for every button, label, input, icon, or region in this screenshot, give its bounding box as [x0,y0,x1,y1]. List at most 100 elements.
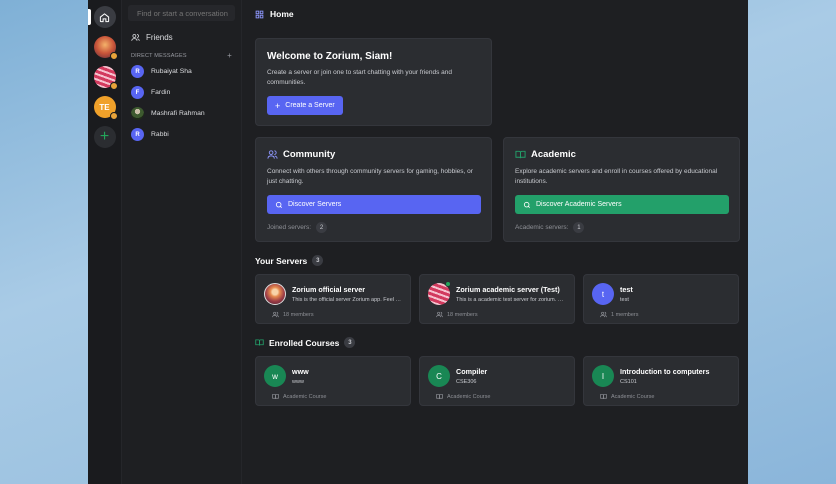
dm-item[interactable]: R Rubaiyat Sha [131,65,235,78]
count-badge: 3 [344,337,356,348]
academic-heading: Academic [515,149,728,160]
dm-name: Fardin [151,89,171,96]
app-window: TE + Friends DIRECT MESSAGES + R Rubaiya… [88,0,748,484]
book-icon [515,150,526,159]
enrolled-courses-heading: Enrolled Courses 3 [255,337,740,348]
server-name: test [620,285,633,294]
academic-card: Academic Explore academic servers and en… [503,137,740,242]
plus-icon: + [275,100,281,111]
book-icon [436,394,443,399]
notification-badge [109,52,118,60]
grid-icon [255,10,264,18]
home-icon [99,12,110,22]
course-type-label: Academic Course [283,393,327,400]
server-icon-test[interactable]: TE [93,96,118,120]
server-avatar [428,281,451,305]
book-icon [255,339,264,346]
home-button[interactable] [88,6,116,28]
course-type: Academic Course [600,393,730,400]
server-icon-official[interactable] [93,36,118,60]
category-row: Community Connect with others through co… [255,137,740,242]
server-card[interactable]: t test test 1 members [583,274,739,324]
search-icon [275,201,282,208]
server-rail: TE + [88,0,122,484]
create-server-label: Create a Server [285,102,335,109]
server-card[interactable]: Zorium academic server (Test) This is a … [419,274,575,324]
server-desc: This is the official server Zorium app. … [292,297,402,303]
academic-title: Academic [531,149,576,160]
server-icon-academic[interactable] [93,66,118,90]
users-icon [436,311,443,318]
main-content: Home Welcome to Zorium, Siam! Create a s… [242,0,748,484]
dm-name: Mashrafi Rahman [151,110,205,117]
count-badge: 1 [573,222,585,233]
users-icon [267,150,278,159]
count-badge: 3 [312,255,324,266]
course-card[interactable]: w www www Academic Course [255,356,411,406]
friends-link[interactable]: Friends [128,33,235,42]
joined-servers: Joined servers: 2 [267,222,480,233]
course-type: Academic Course [272,393,402,400]
members-count: 18 members [447,311,478,318]
dm-name: Rabbi [151,131,169,138]
server-card[interactable]: Zorium official server This is the offic… [255,274,411,324]
community-text: Connect with others through community se… [267,168,473,185]
server-desc: This is a academic test server for zoriu… [456,297,566,303]
avatar: R [131,65,144,78]
server-name: Zorium academic server (Test) [456,285,560,294]
count-badge: 2 [316,222,328,233]
section-title: Enrolled Courses [269,337,340,348]
notification-badge [109,112,118,120]
welcome-card: Welcome to Zorium, Siam! Create a server… [255,38,492,126]
notification-badge [109,82,118,90]
course-avatar: I [592,365,614,387]
server-members: 18 members [272,311,402,318]
academic-count-label: Academic servers: [515,224,569,231]
courses-grid: w www www Academic Course C Compiler CSE… [255,356,740,406]
friends-label: Friends [146,33,173,42]
server-members: 1 members [600,311,730,318]
avatar: F [131,86,144,99]
server-name: Zorium official server [292,285,366,294]
section-title: Your Servers [255,255,308,266]
course-code: CS101 [620,379,637,385]
community-card: Community Connect with others through co… [255,137,492,242]
members-count: 18 members [283,311,314,318]
servers-grid: Zorium official server This is the offic… [255,274,740,324]
plus-icon: + [99,128,110,145]
welcome-title: Welcome to Zorium, Siam! [267,51,393,62]
create-server-button[interactable]: + Create a Server [267,96,343,115]
course-type: Academic Course [436,393,566,400]
course-name: www [292,367,309,376]
course-name: Introduction to computers [620,367,710,376]
avatar: R [131,128,144,141]
dm-header-label: DIRECT MESSAGES [131,53,187,59]
dm-item[interactable]: F Fardin [131,86,235,99]
dm-item[interactable]: Mashrafi Rahman [131,107,235,120]
server-desc: test [620,297,629,303]
community-heading: Community [267,149,480,160]
discover-academic-button[interactable]: Discover Academic Servers [515,195,729,214]
dm-list: R Rubaiyat Sha F Fardin Mashrafi Rahman … [128,65,235,141]
course-card[interactable]: C Compiler CSE306 Academic Course [419,356,575,406]
search-icon [523,201,530,208]
course-code: CSE306 [456,379,477,385]
book-icon [272,394,279,399]
course-card[interactable]: I Introduction to computers CS101 Academ… [583,356,739,406]
server-avatar: t [592,283,614,305]
course-avatar: w [264,365,286,387]
add-dm-button[interactable]: + [227,52,232,60]
discover-servers-label: Discover Servers [288,201,342,208]
course-avatar: C [428,365,450,387]
dm-header: DIRECT MESSAGES + [128,52,235,60]
server-initials: TE [99,102,110,112]
search-box[interactable] [128,5,235,21]
discover-servers-button[interactable]: Discover Servers [267,195,481,214]
server-avatar [264,283,286,305]
academic-servers: Academic servers: 1 [515,222,728,233]
your-servers-heading: Your Servers 3 [255,255,740,266]
search-input[interactable] [137,8,233,18]
add-server-button[interactable]: + [93,126,116,148]
dm-sidebar: Friends DIRECT MESSAGES + R Rubaiyat Sha… [122,0,242,484]
dm-item[interactable]: R Rabbi [131,128,235,141]
